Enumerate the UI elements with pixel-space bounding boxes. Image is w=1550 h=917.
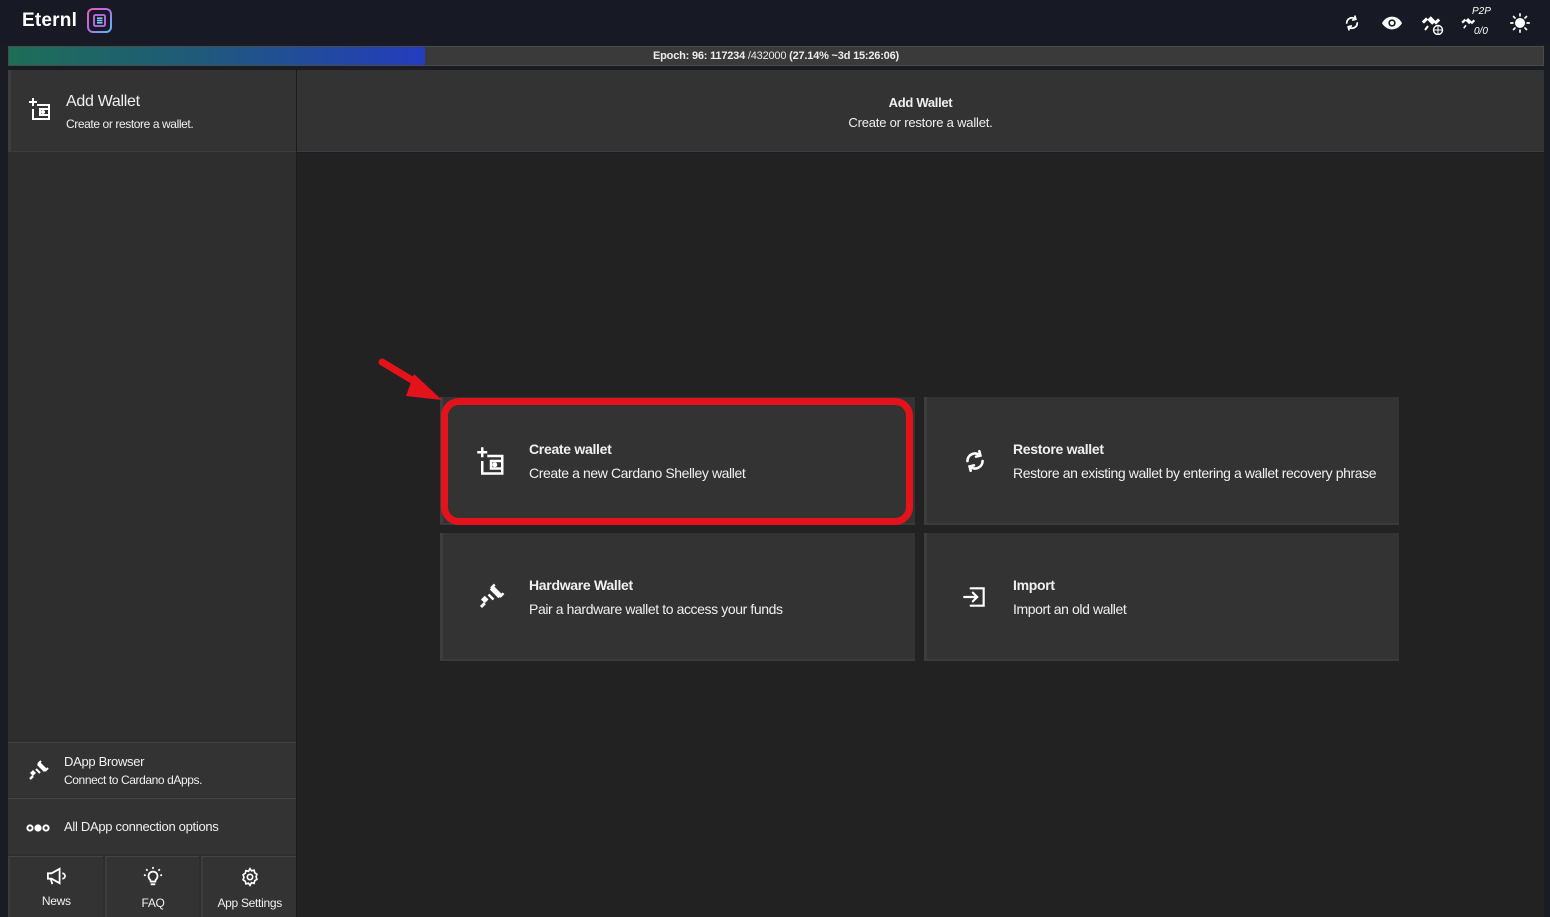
gear-icon (240, 867, 260, 892)
hardware-wallet-card[interactable]: Hardware Wallet Pair a hardware wallet t… (440, 533, 915, 661)
hardware-wallet-subtitle: Pair a hardware wallet to access your fu… (529, 601, 783, 617)
connection-dots-icon (26, 821, 50, 839)
dapp-browser-title: DApp Browser (64, 754, 145, 769)
page-title: Add Wallet (888, 95, 953, 110)
sidebar-header-title: Add Wallet (66, 93, 140, 110)
restore-wallet-title: Restore wallet (1013, 441, 1104, 457)
epoch-progress-bar: Epoch: 96: 117234 /432000 (27.14% ~3d 15… (8, 46, 1544, 66)
epoch-total: /432000 (747, 50, 787, 62)
create-wallet-title: Create wallet (529, 441, 612, 457)
add-wallet-icon (475, 445, 507, 477)
sun-icon[interactable] (1508, 11, 1532, 35)
nav-app-settings-label: App Settings (217, 896, 282, 910)
p2p-status[interactable]: P2P 0/0 (1460, 6, 1492, 38)
sidebar-item-add-wallet[interactable]: Add Wallet Create or restore a wallet. (8, 70, 296, 152)
plug-icon (475, 581, 507, 613)
epoch-detail: (27.14% ~3d 15:26:06) (789, 50, 899, 62)
sidebar-item-dapp-browser[interactable]: DApp Browser Connect to Cardano dApps. (8, 742, 296, 797)
epoch-text: Epoch: 96: 117234 /432000 (27.14% ~3d 15… (9, 50, 1543, 62)
import-wallet-subtitle: Import an old wallet (1013, 601, 1127, 617)
restore-wallet-subtitle: Restore an existing wallet by entering a… (1013, 465, 1377, 481)
bottom-nav: News FAQ App Settings (8, 856, 297, 917)
eye-icon[interactable] (1380, 11, 1404, 35)
brand[interactable]: Eternl (22, 8, 113, 33)
hardware-wallet-title: Hardware Wallet (529, 577, 633, 593)
sidebar-item-dapp-options[interactable]: All DApp connection options (8, 798, 296, 854)
eternl-logo-icon (87, 8, 113, 33)
nav-faq-button[interactable]: FAQ (104, 856, 200, 917)
dapp-browser-subtitle: Connect to Cardano dApps. (64, 773, 203, 787)
restore-wallet-card[interactable]: Restore wallet Restore an existing walle… (924, 397, 1399, 525)
plug-icon (26, 759, 50, 788)
nav-faq-label: FAQ (141, 896, 165, 910)
top-header: Eternl P2P 0/0 (0, 0, 1550, 44)
megaphone-icon (45, 867, 67, 890)
nav-news-button[interactable]: News (8, 856, 103, 917)
nav-app-settings-button[interactable]: App Settings (201, 856, 297, 917)
create-wallet-subtitle: Create a new Cardano Shelley wallet (529, 465, 746, 481)
create-wallet-card[interactable]: Create wallet Create a new Cardano Shell… (440, 397, 915, 525)
app-name: Eternl (22, 9, 78, 31)
page-subtitle: Create or restore a wallet. (848, 115, 993, 130)
import-wallet-title: Import (1013, 577, 1055, 593)
p2p-count: 0/0 (1474, 26, 1488, 37)
page-header: Add Wallet Create or restore a wallet. (297, 70, 1544, 152)
sync-icon[interactable] (1340, 11, 1364, 35)
sidebar: Add Wallet Create or restore a wallet. D… (8, 70, 297, 917)
dapp-options-title: All DApp connection options (64, 819, 219, 834)
sidebar-header-subtitle: Create or restore a wallet. (66, 117, 194, 131)
import-wallet-card[interactable]: Import Import an old wallet (924, 533, 1399, 661)
satellite-globe-icon[interactable] (1420, 11, 1444, 35)
nav-news-label: News (41, 894, 71, 908)
import-icon (959, 581, 991, 613)
sync-icon (959, 445, 991, 477)
lightbulb-icon (142, 867, 164, 892)
add-wallet-icon (28, 97, 52, 126)
epoch-current: Epoch: 96: 117234 (653, 50, 746, 62)
